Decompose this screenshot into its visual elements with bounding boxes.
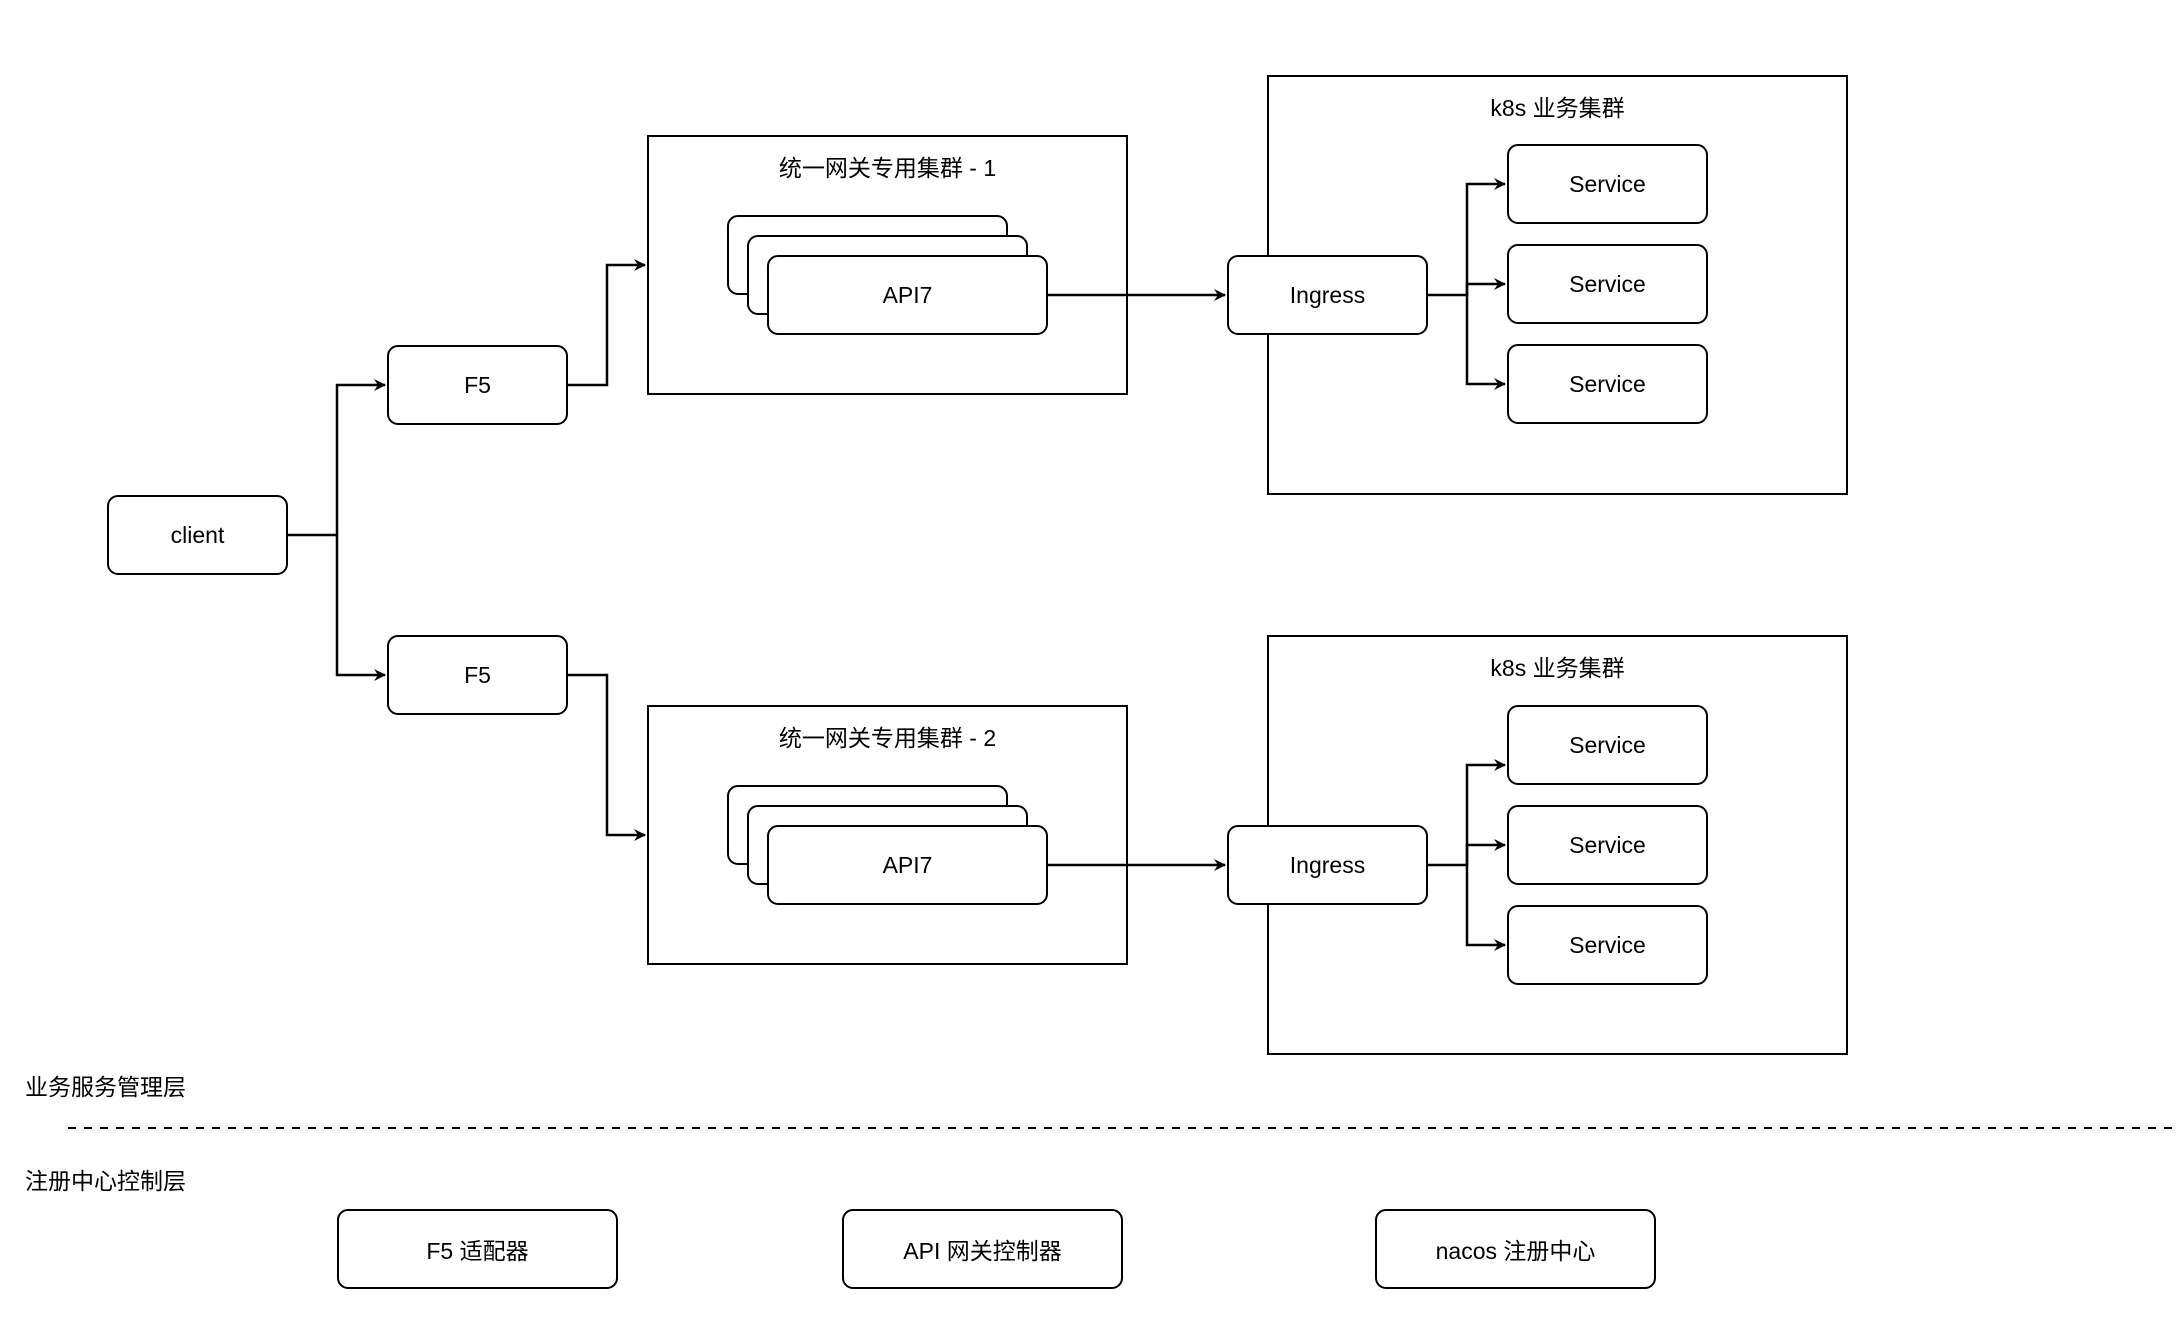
nacos-registry-label: nacos 注册中心 [1435,1238,1596,1264]
service-node[interactable]: Service [1507,344,1708,424]
api-gateway-controller-label: API 网关控制器 [903,1238,1062,1264]
control-layer-label: 注册中心控制层 [25,1168,186,1194]
service-label: Service [1569,831,1646,858]
f5-adapter-node[interactable]: F5 适配器 [337,1209,618,1289]
gateway-cluster-title: 统一网关专用集群 - 2 [778,725,997,751]
api7-instance-2[interactable]: API7 [767,825,1048,905]
ingress-label: Ingress [1289,851,1366,878]
k8s-cluster-title: k8s 业务集群 [1490,95,1625,121]
service-node[interactable]: Service [1507,244,1708,324]
ingress-1[interactable]: Ingress [1227,255,1428,335]
api7-instance-1[interactable]: API7 [767,255,1048,335]
f5-node-bottom[interactable]: F5 [387,635,568,715]
service-node[interactable]: Service [1507,905,1708,985]
ingress-label: Ingress [1289,281,1366,308]
ingress-2[interactable]: Ingress [1227,825,1428,905]
service-label: Service [1569,270,1646,297]
client-node[interactable]: client [107,495,288,575]
service-label: Service [1569,170,1646,197]
f5-label: F5 [464,661,491,688]
k8s-cluster-title: k8s 业务集群 [1490,655,1625,681]
api-gateway-controller-node[interactable]: API 网关控制器 [842,1209,1123,1289]
business-layer-label: 业务服务管理层 [25,1074,186,1100]
edge-f5-gw1 [568,259,646,387]
service-label: Service [1569,370,1646,397]
service-label: Service [1569,931,1646,958]
service-node[interactable]: Service [1507,805,1708,885]
service-node[interactable]: Service [1507,144,1708,224]
service-node[interactable]: Service [1507,705,1708,785]
service-label: Service [1569,731,1646,758]
f5-node-top[interactable]: F5 [387,345,568,425]
f5-label: F5 [464,371,491,398]
edge-f5-gw2 [568,673,646,841]
gateway-cluster-title: 统一网关专用集群 - 1 [778,155,997,181]
f5-adapter-label: F5 适配器 [426,1238,529,1264]
edge-client-f5-top [287,379,386,537]
api7-label: API7 [882,281,933,308]
client-label: client [170,521,225,548]
edge-client-f5-bottom [335,535,386,681]
api7-label: API7 [882,851,933,878]
nacos-registry-node[interactable]: nacos 注册中心 [1375,1209,1656,1289]
